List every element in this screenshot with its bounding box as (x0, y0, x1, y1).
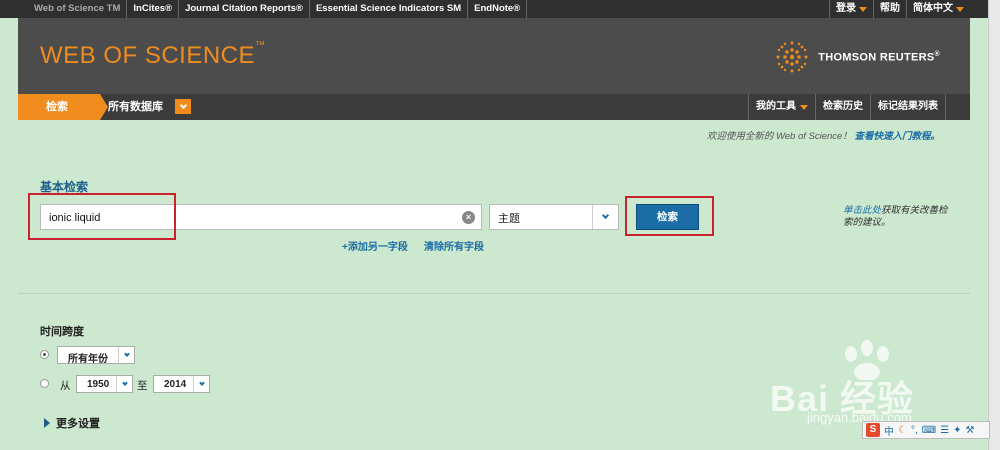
welcome-message: 欢迎使用全新的 Web of Science！ 查看快速入门教程。 (707, 128, 940, 142)
from-year-value: 1950 (87, 379, 110, 390)
product-link-endnote[interactable]: EndNote® (468, 0, 528, 18)
caret-down-icon (800, 104, 808, 110)
wos-logo[interactable]: WEB OF SCIENCE™ (40, 40, 266, 70)
from-label: 从 (60, 380, 71, 392)
thomson-reuters-text: THOMSON REUTERS® (818, 51, 940, 64)
to-year-dropdown-button[interactable] (193, 376, 209, 392)
tab-search[interactable]: 检索 (18, 94, 100, 120)
all-years-dropdown-button[interactable] (118, 347, 134, 363)
more-settings-toggle[interactable]: 更多设置 (44, 415, 100, 431)
tab-arrow-icon (100, 94, 108, 120)
product-links: Web of Science TM InCites® Journal Citat… (28, 0, 528, 18)
product-link-incites[interactable]: InCites® (127, 0, 180, 18)
skin-icon[interactable]: ☰ (940, 425, 949, 436)
page-scrollbar[interactable] (988, 0, 1000, 450)
login-label: 登录 (836, 3, 856, 14)
baidu-watermark: Bai 经验 jingyan.baidu.com (762, 340, 952, 430)
help-link[interactable]: 帮助 (873, 0, 906, 18)
my-tools-label: 我的工具 (756, 101, 796, 112)
all-years-select[interactable]: 所有年份 (57, 346, 135, 365)
radio-all-years[interactable] (40, 350, 49, 359)
product-link-wos[interactable]: Web of Science TM (28, 0, 128, 18)
site-header: WEB OF SCIENCE™ THOMSON REUTERS® (18, 18, 970, 94)
quick-tutorial-link[interactable]: 查看快速入门教程。 (854, 131, 940, 142)
timespan-title: 时间跨度 (40, 326, 84, 338)
nav-right: 我的工具 检索历史 标记结果列表 (748, 94, 946, 120)
from-year-dropdown-button[interactable] (116, 376, 132, 392)
welcome-text: 欢迎使用全新的 Web of Science！ (706, 131, 852, 142)
field-select[interactable]: 主题 (489, 204, 619, 230)
my-tools-menu[interactable]: 我的工具 (748, 94, 815, 120)
product-link-jcr[interactable]: Journal Citation Reports® (179, 0, 310, 18)
clear-input-icon[interactable]: × (462, 211, 475, 224)
to-year-select[interactable]: 2014 (153, 375, 210, 393)
triangle-right-icon (44, 418, 50, 428)
publisher-tm: ® (934, 50, 940, 58)
chevron-down-icon (121, 379, 128, 386)
field-select-value: 主题 (498, 213, 520, 225)
thomson-reuters-dots-icon (776, 41, 808, 73)
thomson-reuters-logo: THOMSON REUTERS® (774, 39, 940, 75)
language-label: 简体中文 (913, 3, 953, 14)
wos-logo-tm: ™ (255, 40, 266, 51)
all-years-value: 所有年份 (68, 354, 108, 365)
keyboard-icon[interactable]: ⌨ (922, 425, 936, 436)
shirt-icon[interactable]: ✦ (953, 425, 961, 436)
database-dropdown-button[interactable] (175, 99, 191, 114)
to-label: 至 (137, 380, 148, 392)
clear-all-fields-link[interactable]: 清除所有字段 (424, 238, 484, 253)
search-tip-link[interactable]: 单击此处 (843, 205, 881, 216)
ime-toolbar[interactable]: S 中 ☾ °, ⌨ ☰ ✦ ⚒ (862, 421, 990, 439)
radio-year-range[interactable] (40, 379, 49, 388)
chevron-down-icon (601, 211, 610, 220)
product-bar: Web of Science TM InCites® Journal Citat… (0, 0, 1000, 18)
wos-logo-text: WEB OF SCIENCE (40, 42, 256, 69)
highlight-box-input (28, 193, 176, 240)
language-menu[interactable]: 简体中文 (906, 0, 970, 18)
more-settings-label: 更多设置 (56, 418, 100, 430)
section-divider (18, 293, 970, 294)
to-year-value: 2014 (164, 379, 187, 390)
add-field-link[interactable]: +添加另一字段 (342, 238, 408, 253)
search-history-link[interactable]: 检索历史 (815, 94, 870, 120)
sogou-logo-icon: S (866, 423, 880, 437)
from-year-select[interactable]: 1950 (76, 375, 133, 393)
ime-mode-label[interactable]: 中 (884, 423, 894, 438)
caret-down-icon (956, 6, 964, 12)
chevron-down-icon (198, 379, 205, 386)
caret-down-icon (859, 6, 867, 12)
search-tip: 单击此处获取有关改善检索的建议。 (843, 205, 953, 229)
punctuation-icon[interactable]: °, (911, 425, 918, 436)
chevron-down-icon (123, 350, 130, 357)
account-links: 登录 帮助 简体中文 (829, 0, 970, 18)
publisher-name: THOMSON REUTERS (818, 51, 935, 64)
field-select-button[interactable] (592, 205, 618, 229)
moon-icon[interactable]: ☾ (898, 425, 907, 436)
search-button[interactable]: 检索 (636, 204, 699, 230)
chevron-down-icon (179, 101, 187, 109)
login-menu[interactable]: 登录 (829, 0, 873, 18)
marked-list-link[interactable]: 标记结果列表 (870, 94, 946, 120)
tools-icon[interactable]: ⚒ (966, 425, 975, 436)
product-link-esi[interactable]: Essential Science Indicators SM (310, 0, 469, 18)
main-nav: 检索 所有数据库 我的工具 检索历史 标记结果列表 (18, 94, 970, 120)
database-selector-label[interactable]: 所有数据库 (108, 94, 163, 120)
